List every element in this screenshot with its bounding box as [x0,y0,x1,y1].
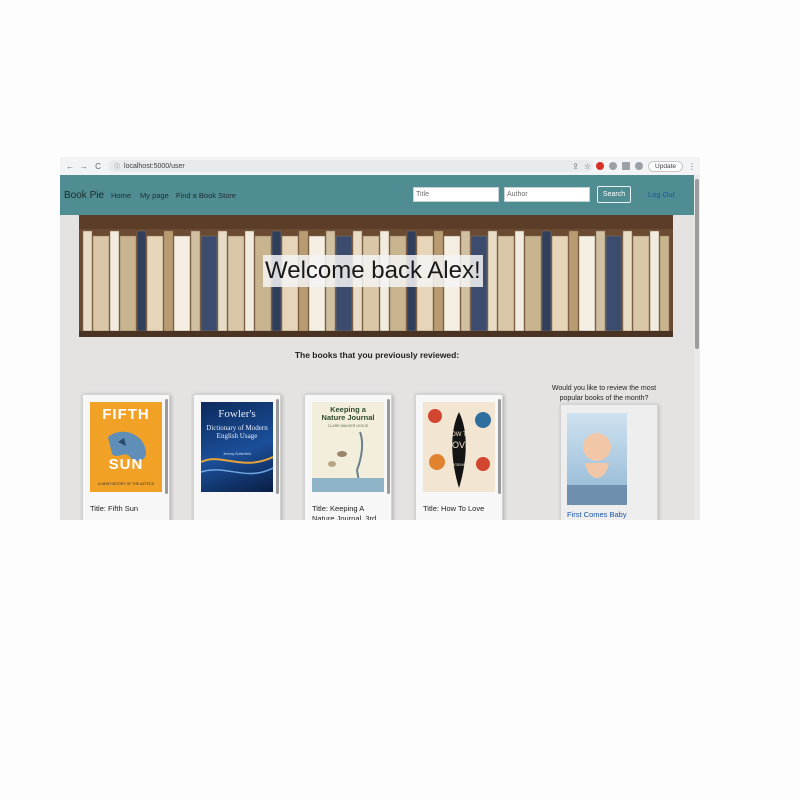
book-card[interactable]: Fowler's Dictionary of Modern English Us… [193,394,281,520]
book-spine [622,230,633,332]
recommend-book-link[interactable]: First Comes Baby [567,510,627,519]
recommend-heading: Would you like to review the most popula… [551,385,657,402]
book-spine [632,235,650,332]
update-button[interactable]: Update [648,160,683,172]
book-title: Title: Fifth Sun [90,504,139,513]
book-spine [217,230,228,332]
share-icon[interactable]: ⇪ [572,162,579,171]
shelf-bottom [79,331,673,337]
book-cover[interactable]: HOW TO LOVE POEMS [423,402,495,492]
welcome-title: Welcome back Alex! [263,255,483,287]
book-spine [244,230,255,332]
book-card[interactable]: Keeping a Nature Journal CLARE WALKER LE… [304,394,392,520]
menu-icon[interactable]: ⋮ [688,162,696,171]
browser-toolbar: ← → C ⓘ localhost:5000/user ⇪ ☆ Update ⋮ [60,157,700,176]
recommend-card[interactable]: First Comes Baby [560,404,658,520]
back-icon[interactable]: ← [63,162,77,171]
book-title: Title: How To Love [423,504,485,513]
title-search-input[interactable]: Title [413,187,499,202]
book-spine [146,235,164,332]
puzzle-icon[interactable] [609,162,618,170]
extension-icon[interactable] [596,162,605,170]
cover-subtitle: SUN [108,456,144,473]
card-scrollbar[interactable] [165,399,168,494]
reload-icon[interactable]: C [91,162,105,171]
nav-home[interactable]: Home [111,191,131,200]
dragon-illustration [108,431,147,461]
book-cover[interactable]: Fowler's Dictionary of Modern English Us… [201,402,273,492]
book-spine [514,230,525,332]
url-text: localhost:5000/user [124,162,185,170]
cover-swirl [201,456,273,475]
address-bar[interactable]: ⓘ localhost:5000/user [108,160,593,172]
page-scroll-thumb[interactable] [695,179,699,349]
nav-my-page[interactable]: My page [140,191,169,200]
book-spine [524,235,542,332]
book-title: Title: Keeping A Nature Journal, 3rd [312,504,377,520]
book-spine [119,235,137,332]
heron-illustration [312,431,384,492]
book-spine [659,235,670,332]
card-scrollbar[interactable] [387,399,390,494]
cover-tagline: POEMS [451,462,467,467]
book-card[interactable]: HOW TO LOVE POEMS Title: How To Love [415,394,503,520]
browser-extensions: ⇪ ☆ Update ⋮ [572,159,696,173]
cover-subtitle: LOVE [446,440,471,450]
recommend-cover[interactable] [567,413,627,505]
book-spine [190,230,201,332]
star-icon[interactable]: ☆ [584,162,591,171]
book-spine [82,230,93,332]
card-scrollbar[interactable] [498,399,501,494]
cover-author: Jeremy Butterfield [222,452,252,456]
book-spine [136,230,147,332]
book-spine [605,235,623,332]
book-spine [92,235,110,332]
card-scrollbar[interactable] [276,399,279,494]
book-spine [595,230,606,332]
page-scrollbar[interactable] [694,175,700,520]
logout-link[interactable]: Log Out [648,190,675,199]
navbar: Book Pie Home My page Find a Book Store … [60,175,700,215]
nav-find-book-store[interactable]: Find a Book Store [176,191,236,200]
search-button[interactable]: Search [597,186,631,203]
book-cover[interactable]: Keeping a Nature Journal CLARE WALKER LE… [312,402,384,492]
cover-title: HOW TO [446,432,472,438]
book-spine [649,230,660,332]
baby-illustration [567,433,627,505]
author-search-input[interactable]: Author [504,187,590,202]
book-cover[interactable]: FIFTH SUN A NEW HISTORY OF THE AZTECS [90,402,162,492]
forward-icon[interactable]: → [77,162,91,171]
cover-tagline: A NEW HISTORY OF THE AZTECS [98,482,154,486]
profile-avatar[interactable] [635,162,644,170]
info-icon[interactable]: ⓘ [114,162,120,171]
book-card[interactable]: FIFTH SUN A NEW HISTORY OF THE AZTECS Ti… [82,394,170,520]
hero-banner: Welcome back Alex! [79,215,673,337]
book-spine [227,235,245,332]
brand-logo[interactable]: Book Pie [64,190,104,201]
browser-window: ← → C ⓘ localhost:5000/user ⇪ ☆ Update ⋮… [60,157,700,520]
book-spine [497,235,515,332]
sidebar-icon[interactable] [622,162,631,170]
book-spine [487,230,498,332]
book-spine [541,230,552,332]
book-spine [163,230,174,332]
book-spine [173,235,191,332]
book-spine [578,235,596,332]
book-spine [568,230,579,332]
book-spine [551,235,569,332]
book-spine [109,230,120,332]
reviewed-heading: The books that you previously reviewed: [294,350,460,360]
book-spine [200,235,218,332]
